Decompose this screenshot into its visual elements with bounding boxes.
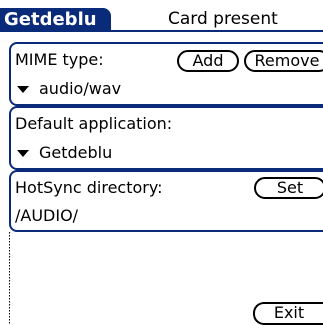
status-text: Card present [168, 9, 278, 29]
title-rule [0, 30, 323, 32]
hotsync-directory-path: /AUDIO/ [15, 206, 79, 225]
app-title: Getdeblu [0, 8, 111, 32]
hotsync-directory-group: HotSync directory: Set /AUDIO/ [9, 170, 323, 232]
dropdown-arrow-icon [17, 86, 29, 93]
set-button[interactable]: Set [254, 177, 323, 199]
dropdown-arrow-icon [17, 150, 29, 157]
add-button[interactable]: Add [177, 50, 239, 72]
mime-type-selector[interactable]: audio/wav [15, 78, 215, 100]
app-screen: Getdeblu Card present MIME type: Add Rem… [0, 0, 323, 325]
default-application-selector[interactable]: Getdeblu [15, 142, 215, 164]
mime-type-label: MIME type: [15, 50, 104, 69]
form-left-border [9, 232, 10, 325]
remove-button[interactable]: Remove [244, 50, 323, 72]
default-application-label: Default application: [15, 114, 173, 133]
default-application-value: Getdeblu [39, 143, 113, 162]
exit-button[interactable]: Exit [253, 302, 323, 325]
default-application-group: Default application: Getdeblu [9, 106, 323, 170]
hotsync-directory-label: HotSync directory: [15, 178, 163, 197]
mime-type-value: audio/wav [39, 79, 122, 98]
mime-type-group: MIME type: Add Remove audio/wav [9, 42, 323, 106]
